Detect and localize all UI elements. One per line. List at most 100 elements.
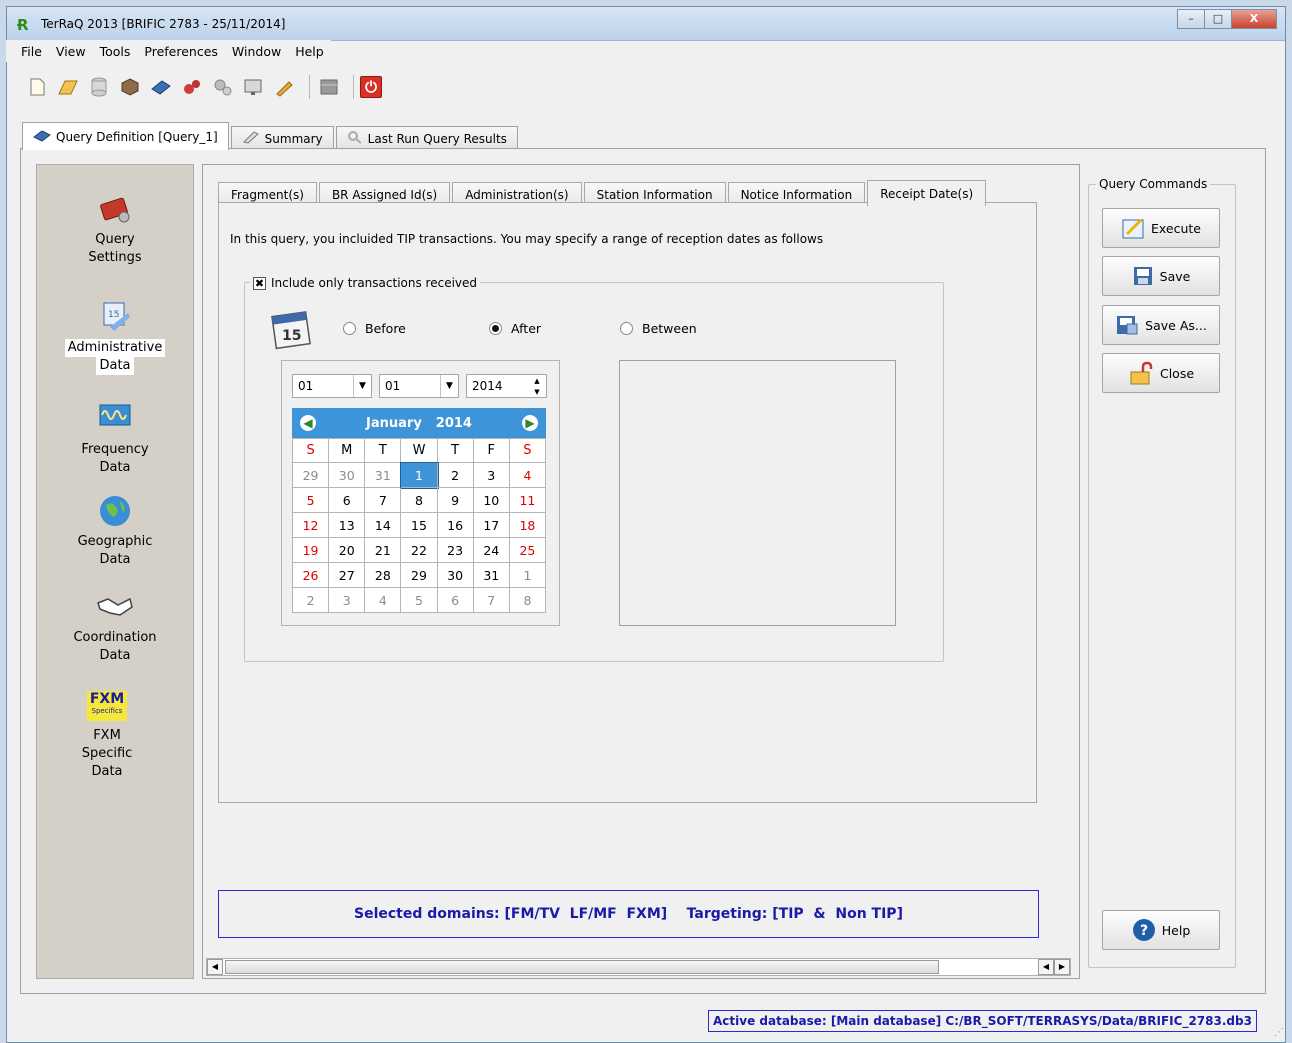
calendar-day[interactable]: 2 xyxy=(437,463,474,488)
radio-before[interactable]: Before xyxy=(343,321,406,336)
calendar-day[interactable]: 25 xyxy=(509,538,546,563)
next-month-icon[interactable]: ▶ xyxy=(522,415,538,431)
year-spinbox[interactable]: 2014 ▲ ▼ xyxy=(466,374,547,398)
horizontal-scrollbar[interactable]: ◀ ◀ ▶ xyxy=(206,958,1071,976)
open-folder-icon[interactable] xyxy=(55,74,81,100)
radio-button[interactable] xyxy=(489,322,502,335)
scroll-left-icon[interactable]: ◀ xyxy=(207,959,223,975)
monitor-icon[interactable] xyxy=(241,74,267,100)
calendar-day[interactable]: 2 xyxy=(293,588,330,613)
menu-preferences[interactable]: Preferences xyxy=(137,44,225,59)
calendar-month[interactable]: January xyxy=(366,416,422,431)
calendar-day[interactable]: 22 xyxy=(401,538,438,563)
calendar-day[interactable]: 7 xyxy=(365,488,402,513)
calendar-day[interactable]: 21 xyxy=(365,538,402,563)
minimize-button[interactable]: – xyxy=(1177,9,1205,29)
calendar-day[interactable]: 3 xyxy=(329,588,366,613)
calendar-day[interactable]: 27 xyxy=(329,563,366,588)
calendar-day[interactable]: 7 xyxy=(473,588,510,613)
calendar-day[interactable]: 31 xyxy=(365,463,402,488)
red-tools-icon[interactable] xyxy=(179,74,205,100)
save-button[interactable]: Save xyxy=(1102,256,1220,296)
close-button[interactable]: Close xyxy=(1102,353,1220,393)
calendar-day[interactable]: 16 xyxy=(437,513,474,538)
calendar-day[interactable]: 13 xyxy=(329,513,366,538)
scroll-right-icon[interactable]: ▶ xyxy=(1054,959,1070,975)
blue-query-icon[interactable] xyxy=(148,74,174,100)
tab-summary[interactable]: Summary xyxy=(230,126,334,150)
calendar-day[interactable]: 6 xyxy=(437,588,474,613)
dropdown-arrow-icon[interactable]: ▼ xyxy=(353,375,371,397)
calendar-day[interactable]: 8 xyxy=(509,588,546,613)
scroll-thumb[interactable] xyxy=(225,960,939,974)
calendar-day[interactable]: 9 xyxy=(437,488,474,513)
resize-grip-icon[interactable]: ⋰ xyxy=(1274,1027,1286,1039)
calendar-day[interactable]: 14 xyxy=(365,513,402,538)
checkbox-checked-icon[interactable]: ✖ xyxy=(253,276,266,290)
gears-icon[interactable] xyxy=(210,74,236,100)
sidebar-item-geographic[interactable]: Geographic Data xyxy=(37,493,193,569)
calendar-day[interactable]: 5 xyxy=(401,588,438,613)
radio-button[interactable] xyxy=(620,322,633,335)
execute-button[interactable]: Execute xyxy=(1102,208,1220,248)
sidebar-item-administrative[interactable]: 15 Administrative Data xyxy=(37,299,193,375)
tab-receipt-dates[interactable]: Receipt Date(s) xyxy=(867,180,987,206)
prev-month-icon[interactable]: ◀ xyxy=(300,415,316,431)
calendar-day[interactable]: 19 xyxy=(293,538,330,563)
calendar-year[interactable]: 2014 xyxy=(436,416,472,431)
calendar-day[interactable]: 15 xyxy=(401,513,438,538)
grid-icon[interactable] xyxy=(316,74,342,100)
day-combo[interactable]: 01 ▼ xyxy=(292,374,372,398)
new-file-icon[interactable] xyxy=(24,74,50,100)
tab-last-run-results[interactable]: Last Run Query Results xyxy=(335,126,518,150)
calendar-day[interactable]: 20 xyxy=(329,538,366,563)
calendar-day[interactable]: 8 xyxy=(401,488,438,513)
calendar-day[interactable]: 17 xyxy=(473,513,510,538)
sidebar-item-query-settings[interactable]: Query Settings xyxy=(37,191,193,267)
calendar-day[interactable]: 4 xyxy=(509,463,546,488)
dropdown-arrow-icon[interactable]: ▼ xyxy=(440,375,458,397)
menu-tools[interactable]: Tools xyxy=(93,44,138,59)
calendar-day[interactable]: 30 xyxy=(329,463,366,488)
calendar-day[interactable]: 24 xyxy=(473,538,510,563)
calendar-day[interactable]: 29 xyxy=(401,563,438,588)
help-button[interactable]: ? Help xyxy=(1102,910,1220,950)
save-as-button[interactable]: Save As... xyxy=(1102,305,1220,345)
radio-after[interactable]: After xyxy=(489,321,541,336)
calendar-day[interactable]: 30 xyxy=(437,563,474,588)
sidebar-item-frequency[interactable]: Frequency Data xyxy=(37,401,193,477)
calendar-day[interactable]: 5 xyxy=(293,488,330,513)
cube-icon[interactable] xyxy=(117,74,143,100)
sidebar-item-fxm[interactable]: FXM Specifics FXM Specific Data xyxy=(37,691,193,781)
calendar-day[interactable]: 1 xyxy=(400,462,439,489)
calendar-day[interactable]: 10 xyxy=(473,488,510,513)
close-window-button[interactable]: X xyxy=(1231,9,1277,29)
calendar-day[interactable]: 11 xyxy=(509,488,546,513)
calendar-day[interactable]: 4 xyxy=(365,588,402,613)
calendar-day[interactable]: 3 xyxy=(473,463,510,488)
power-icon[interactable]: ⏻ xyxy=(360,76,382,98)
calendar-day[interactable]: 28 xyxy=(365,563,402,588)
calendar-day[interactable]: 26 xyxy=(293,563,330,588)
calendar-day[interactable]: 18 xyxy=(509,513,546,538)
tab-query-definition[interactable]: Query Definition [Query_1] xyxy=(22,122,229,150)
maximize-button[interactable]: □ xyxy=(1204,9,1232,29)
include-transactions-checkbox[interactable]: ✖ Include only transactions received xyxy=(250,276,481,290)
calendar-day[interactable]: 12 xyxy=(293,513,330,538)
database-icon[interactable] xyxy=(86,74,112,100)
calendar-day[interactable]: 29 xyxy=(293,463,330,488)
spin-arrows-icon[interactable]: ▲ ▼ xyxy=(528,375,546,397)
scroll-left-icon[interactable]: ◀ xyxy=(1038,959,1054,975)
menu-file[interactable]: File xyxy=(14,44,49,59)
radio-button[interactable] xyxy=(343,322,356,335)
menu-help[interactable]: Help xyxy=(288,44,331,59)
menu-view[interactable]: View xyxy=(49,44,93,59)
radio-between[interactable]: Between xyxy=(620,321,697,336)
menu-window[interactable]: Window xyxy=(225,44,288,59)
pen-icon[interactable] xyxy=(272,74,298,100)
calendar-day[interactable]: 23 xyxy=(437,538,474,563)
calendar-day[interactable]: 1 xyxy=(509,563,546,588)
sidebar-item-coordination[interactable]: Coordination Data xyxy=(37,589,193,665)
month-combo[interactable]: 01 ▼ xyxy=(379,374,459,398)
calendar-day[interactable]: 6 xyxy=(329,488,366,513)
